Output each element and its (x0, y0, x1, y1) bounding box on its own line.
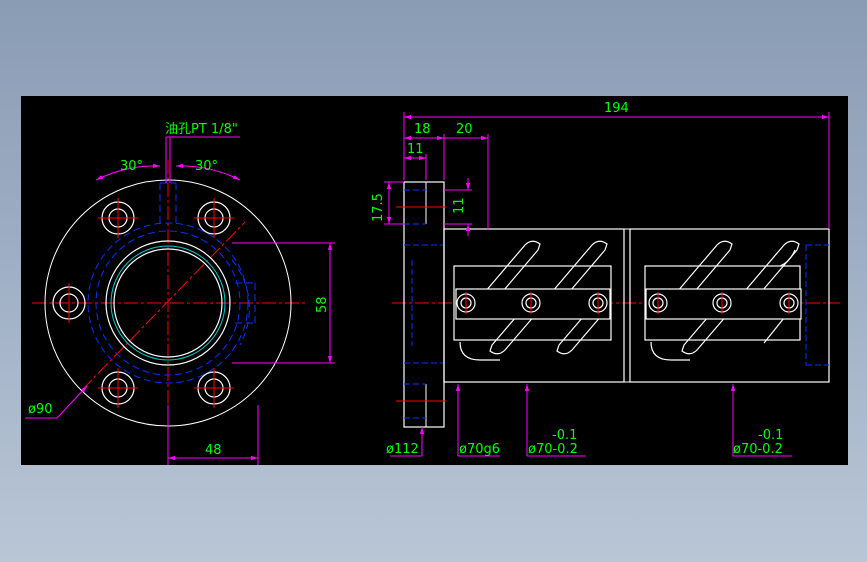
body-dia-tol-upper-2: -0.1 (758, 428, 783, 443)
body-dia-dim-1: ø70-0.2 (528, 442, 578, 457)
flange-dia-dim: ø112 (386, 442, 419, 457)
step-dim: 20 (456, 122, 473, 137)
flange-inner-dim: 11 (407, 142, 424, 157)
flange-width-dim: 18 (414, 122, 431, 137)
body-dia-tol-upper-1: -0.1 (552, 428, 577, 443)
cad-drawing-canvas[interactable]: 油孔PT 1/8" 30° 30° ø90 58 48 194 18 20 11… (21, 96, 848, 465)
angle-left-label: 30° (120, 159, 143, 174)
body-dia-dim-2: ø70-0.2 (733, 442, 783, 457)
total-length-dim: 194 (604, 101, 629, 116)
oil-hole-note: 油孔PT 1/8" (165, 122, 238, 137)
oil-offset-dim: 17.5 (371, 193, 386, 222)
width-dim: 48 (205, 443, 222, 458)
cad-drawing: 油孔PT 1/8" 30° 30° ø90 58 48 194 18 20 11… (21, 96, 848, 465)
body-fit-dim: ø70g6 (459, 442, 500, 457)
bolt-circle-dim: ø90 (28, 402, 53, 417)
oil-depth-dim: 11 (452, 197, 467, 214)
clamp-plate-2 (645, 288, 802, 320)
clamp-plate-1 (455, 288, 611, 320)
height-dim: 58 (315, 296, 330, 313)
angle-right-label: 30° (195, 159, 218, 174)
